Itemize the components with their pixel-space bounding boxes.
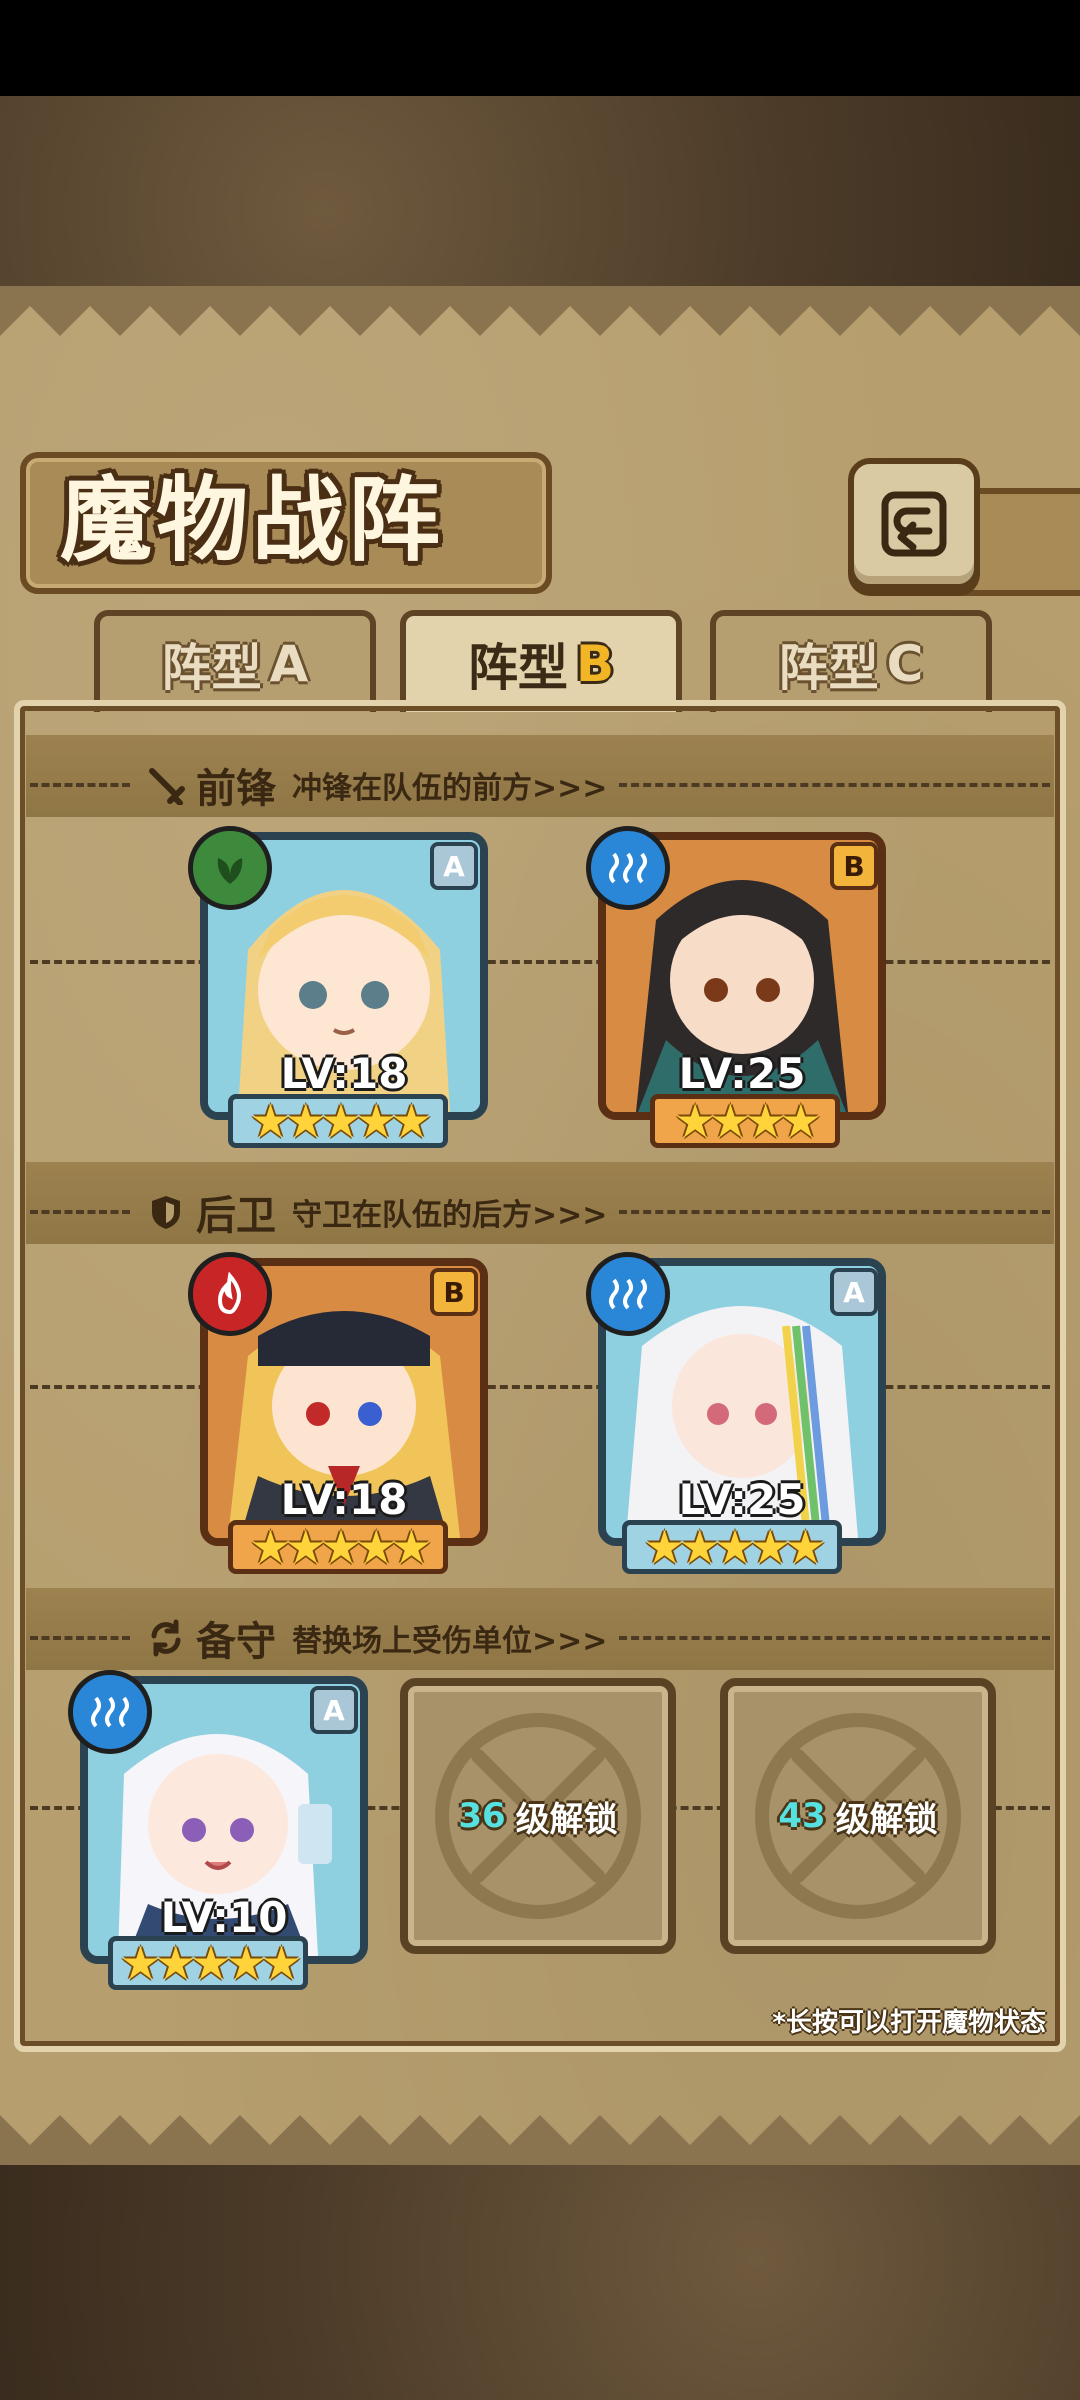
unlock-label: 级解锁	[515, 1799, 618, 1840]
section-desc: 替换场上受伤单位>>>	[292, 1624, 608, 1659]
row-divider	[30, 1385, 1050, 1389]
star-rating-bar: ★★★★	[650, 1094, 840, 1148]
rank-badge: A	[830, 1268, 878, 1316]
sword-icon	[149, 768, 185, 805]
section-desc: 守卫在队伍的后方>>>	[292, 1198, 608, 1233]
swap-icon	[151, 1619, 181, 1657]
page-title: 魔物战阵	[60, 466, 445, 574]
section-title: 前锋	[196, 765, 276, 812]
long-press-hint: *长按可以打开魔物状态	[772, 2008, 1046, 2038]
unlock-label: 级解锁	[835, 1799, 938, 1840]
star-rating-bar: ★★★★★	[622, 1520, 842, 1574]
tab-label: 阵型	[161, 639, 262, 697]
section-desc: 冲锋在队伍的前方>>>	[292, 771, 608, 806]
water-element-icon	[68, 1670, 152, 1754]
star-rating-bar: ★★★★★	[228, 1094, 448, 1148]
section-header-rear: 后卫 守卫在队伍的后方>>>	[30, 1182, 1050, 1242]
monster-level: LV:25	[678, 1475, 806, 1524]
star-rating-bar: ★★★★★	[228, 1520, 448, 1574]
section-title: 备守	[196, 1618, 276, 1665]
divider	[30, 1636, 130, 1640]
star-rating: ★★★★★	[119, 1936, 302, 1990]
shield-icon	[152, 1196, 180, 1229]
zigzag-border-bottom	[0, 2115, 1080, 2165]
monster-level: LV:18	[280, 1475, 408, 1524]
section-header-reserve: 备守 替换场上受伤单位>>>	[30, 1608, 1050, 1668]
row-divider	[30, 960, 1050, 964]
divider	[619, 1636, 1050, 1640]
divider	[619, 783, 1050, 787]
tab-label: 阵型	[778, 639, 879, 697]
return-arrow-icon	[881, 491, 947, 557]
unlock-requirement: 43 级解锁	[728, 1686, 988, 1946]
tab-formation-b[interactable]: 阵型 B	[400, 610, 682, 712]
tab-label: 阵型	[467, 639, 568, 697]
divider	[619, 1210, 1050, 1214]
section-header-front: 前锋 冲锋在队伍的前方>>>	[30, 755, 1050, 815]
unlock-requirement: 36 级解锁	[408, 1686, 668, 1946]
plant-element-icon	[188, 826, 272, 910]
status-bar	[0, 0, 1080, 96]
monster-level: LV:10	[160, 1893, 288, 1942]
fire-element-icon	[188, 1252, 272, 1336]
water-element-icon	[586, 826, 670, 910]
star-rating: ★★★★★	[643, 1520, 826, 1574]
locked-slot-2[interactable]: 43 级解锁	[720, 1678, 996, 1954]
zigzag-border-top	[0, 286, 1080, 336]
back-button[interactable]	[848, 458, 980, 590]
star-rating: ★★★★★	[249, 1520, 432, 1574]
section-title: 后卫	[196, 1192, 276, 1239]
rank-badge: B	[430, 1268, 478, 1316]
star-rating: ★★★★	[674, 1094, 822, 1148]
monster-level: LV:25	[678, 1049, 806, 1098]
star-rating-bar: ★★★★★	[108, 1936, 308, 1990]
tab-letter: B	[575, 635, 615, 693]
unlock-level: 36	[458, 1796, 506, 1836]
rank-badge: B	[830, 842, 878, 890]
water-element-icon	[586, 1252, 670, 1336]
map-background-top	[0, 96, 1080, 286]
map-background-bottom	[0, 2165, 1080, 2400]
star-rating: ★★★★★	[249, 1094, 432, 1148]
locked-slot-1[interactable]: 36 级解锁	[400, 1678, 676, 1954]
divider	[30, 1210, 130, 1214]
tab-letter: A	[269, 635, 309, 693]
tab-formation-c[interactable]: 阵型 C	[710, 610, 992, 712]
rank-badge: A	[310, 1686, 358, 1734]
monster-level: LV:18	[280, 1049, 408, 1098]
unlock-level: 43	[778, 1796, 826, 1836]
tab-formation-a[interactable]: 阵型 A	[94, 610, 376, 712]
divider	[30, 783, 130, 787]
rank-badge: A	[430, 842, 478, 890]
tab-letter: C	[886, 635, 924, 693]
